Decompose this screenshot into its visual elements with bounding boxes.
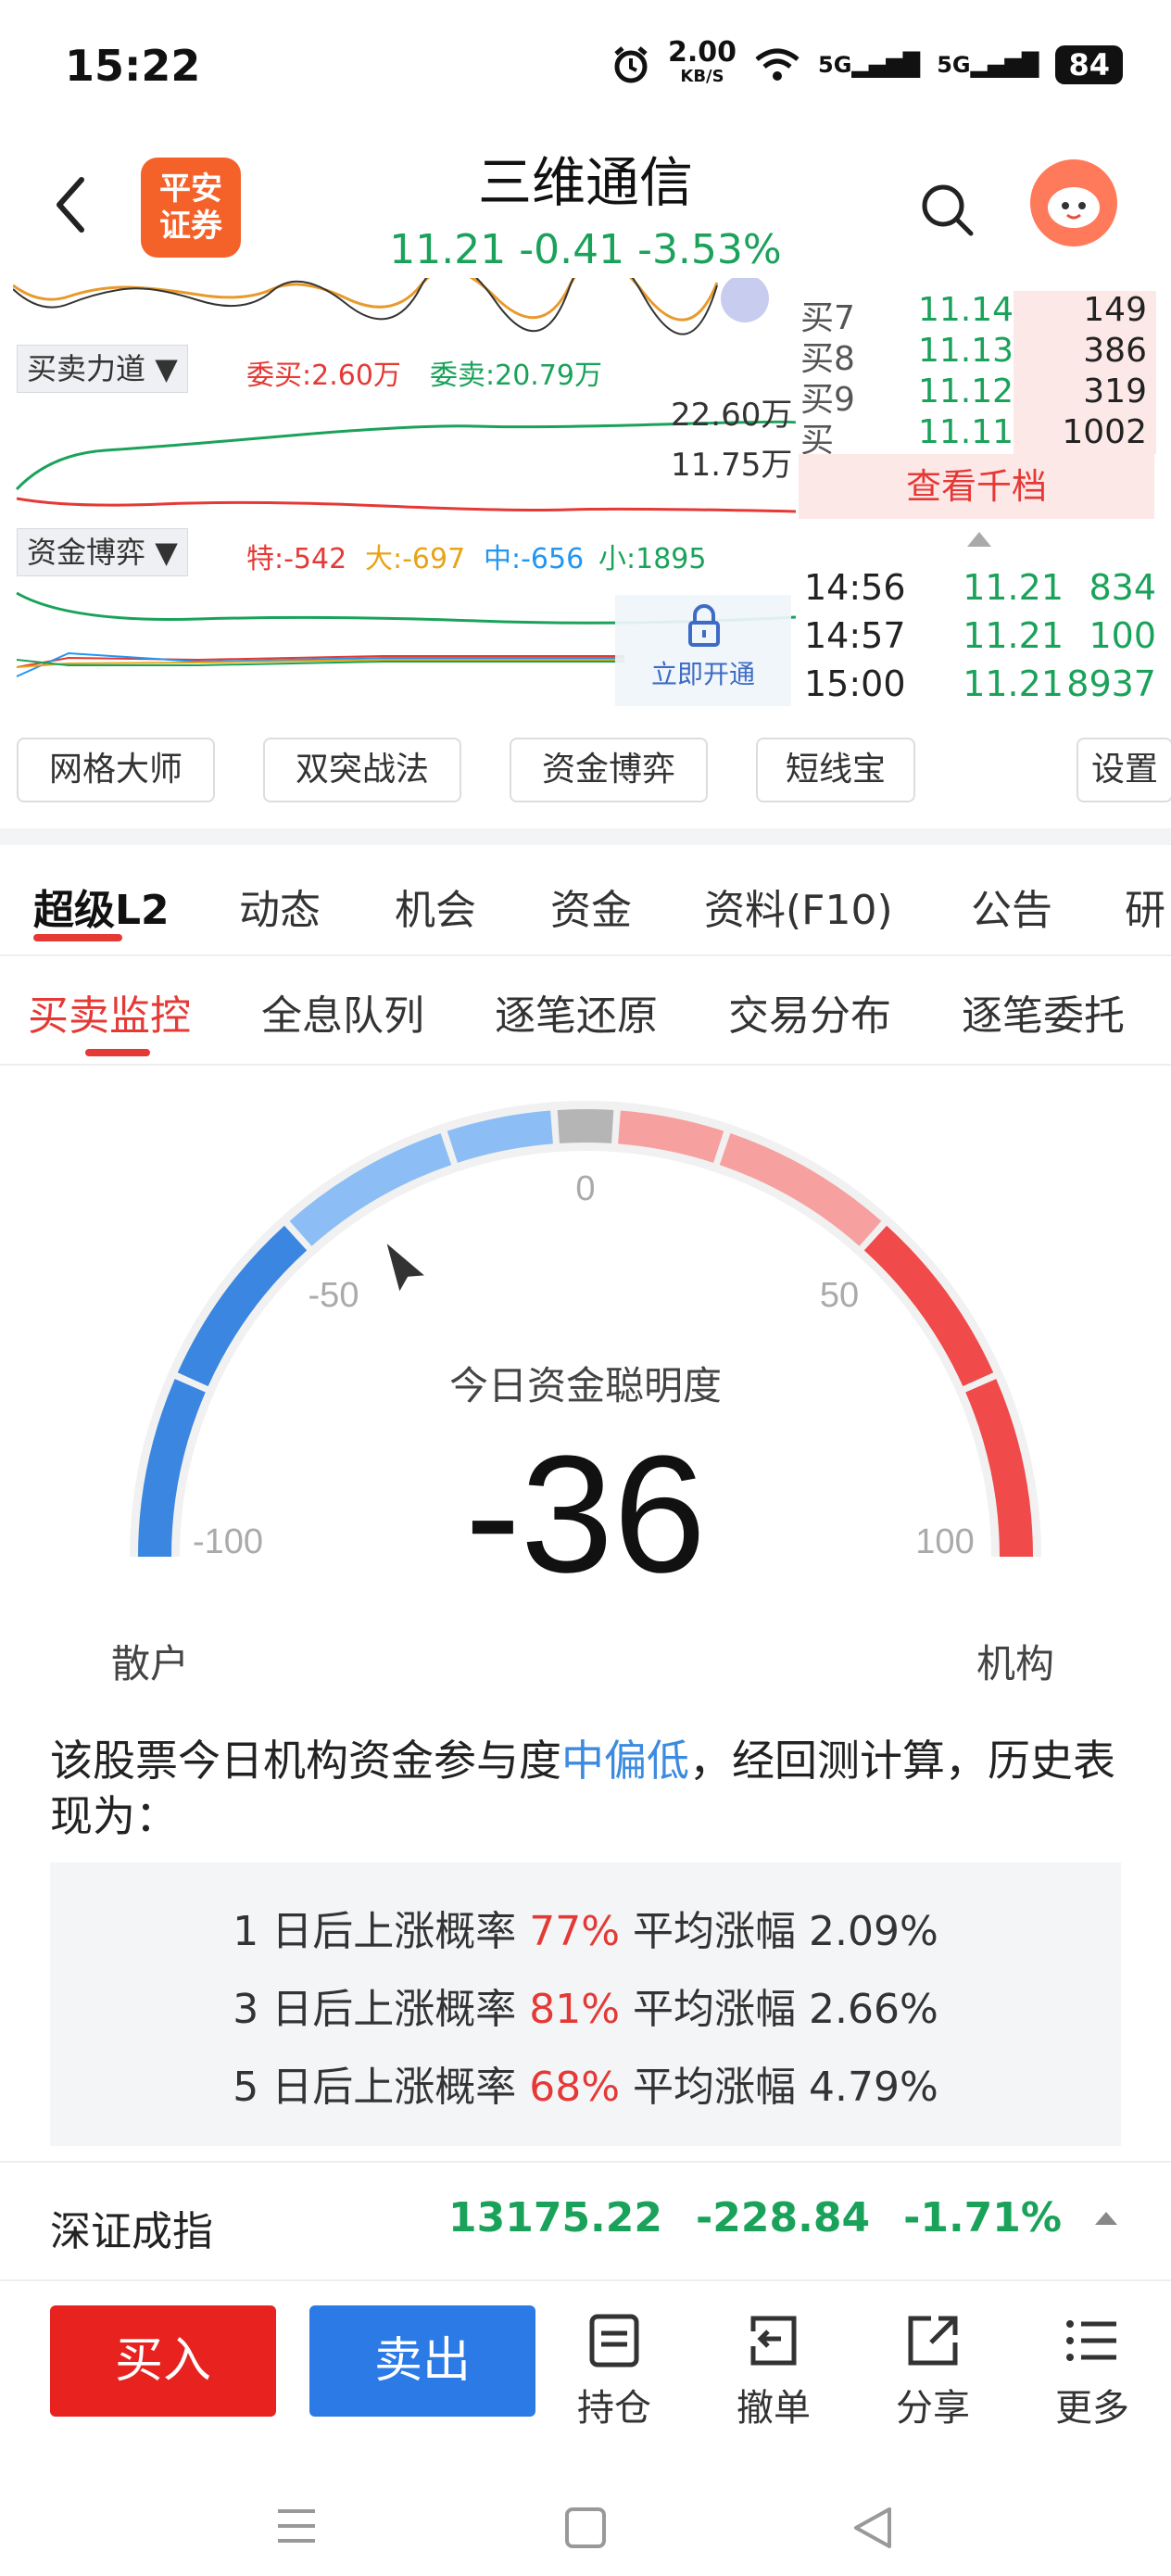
index-change: -228.84 <box>696 2194 871 2241</box>
stock-price-line: 11.21 -0.41 -3.53% <box>389 226 782 273</box>
status-time: 15:22 <box>65 41 201 91</box>
index-values[interactable]: 13175.22 -228.84 -1.71% <box>448 2194 1117 2241</box>
subtab-queue[interactable]: 全息队列 <box>261 982 424 1042</box>
signal-1-icon: 5G▂▄▆█ <box>818 52 921 78</box>
tool-short-line[interactable]: 短线宝 <box>756 738 915 802</box>
tab-super-l2[interactable]: 超级L2 <box>33 877 170 936</box>
gauge-tick-neg100: -100 <box>193 1522 263 1561</box>
status-icons: 2.00 KB/S 5G▂▄▆█ 5G▂▄▆█ 84 <box>611 36 1123 87</box>
unlock-button[interactable]: 立即开通 <box>615 595 791 706</box>
sell-button[interactable]: 卖出 <box>309 2305 535 2417</box>
indicator-power-label[interactable]: 买卖力道 ▼ <box>17 345 188 393</box>
tool-grid-master[interactable]: 网格大师 <box>17 738 215 802</box>
bid-row: 买8 11.13 386 <box>800 332 1156 378</box>
cancel-order-button[interactable]: 撤单 <box>713 2305 834 2435</box>
assistant-avatar[interactable] <box>1030 159 1117 246</box>
stat-row: 1 日后上涨概率 77% 平均涨幅 2.09% <box>233 1908 938 1955</box>
bid-row: 买7 11.14 149 <box>800 291 1156 337</box>
gauge-tick-50: 50 <box>820 1276 859 1315</box>
history-stats-box: 1 日后上涨概率 77% 平均涨幅 2.09% 3 日后上涨概率 81% 平均涨… <box>50 1863 1121 2146</box>
back-icon[interactable] <box>44 172 100 237</box>
gauge-tick-100: 100 <box>915 1522 974 1561</box>
subtab-tick-restore[interactable]: 逐笔还原 <box>495 982 658 1042</box>
tick-row: 14:56 11.21 834 <box>804 567 1156 608</box>
system-nav-bar <box>278 2507 891 2548</box>
gauge-segment <box>447 1110 554 1163</box>
gauge-tick-0: 0 <box>575 1169 595 1208</box>
gauge-segment <box>617 1110 724 1163</box>
index-name[interactable]: 深证成指 <box>50 2198 213 2257</box>
tab-opportunity[interactable]: 机会 <box>395 877 476 936</box>
tab-announcement[interactable]: 公告 <box>971 877 1052 936</box>
nav-back-icon[interactable] <box>854 2507 891 2548</box>
stat-row: 3 日后上涨概率 81% 平均涨幅 2.66% <box>233 1986 938 2033</box>
stock-name: 三维通信 <box>477 151 693 214</box>
capital-special: 特:-542 <box>246 543 347 575</box>
index-value: 13175.22 <box>447 2194 663 2241</box>
subtab-active-indicator <box>85 1049 150 1056</box>
cancel-order-icon <box>750 2316 797 2366</box>
gauge-segment <box>557 1109 614 1143</box>
holdings-button[interactable]: 持仓 <box>554 2305 674 2435</box>
subtab-order-by-order[interactable]: 逐笔委托 <box>962 982 1125 1042</box>
gauge-title: 今日资金聪明度 <box>448 1363 722 1408</box>
more-button[interactable]: 更多 <box>1032 2305 1152 2435</box>
battery-icon: 84 <box>1055 45 1123 84</box>
indicator-capital-label[interactable]: 资金博弈 ▼ <box>17 528 188 576</box>
menu-icon <box>1066 2320 1116 2361</box>
gauge-label-institution: 机构 <box>976 1641 1055 1686</box>
capital-medium: 中:-656 <box>484 543 585 575</box>
bid-row: 买9 11.12 319 <box>800 373 1156 419</box>
tool-capital-game[interactable]: 资金博弈 <box>510 738 708 802</box>
tick-row: 14:57 11.21 100 <box>804 615 1156 656</box>
stat-row: 5 日后上涨概率 68% 平均涨幅 4.79% <box>233 2064 938 2111</box>
subtab-divider <box>0 1064 1171 1066</box>
indicator-sell-value: 委卖:20.79万 <box>430 360 602 392</box>
subtab-trade-monitor[interactable]: 买卖监控 <box>28 982 191 1042</box>
alarm-icon <box>614 46 648 83</box>
axis-value-bottom: 11.75万 <box>671 447 793 484</box>
indicator-buy-value: 委买:2.60万 <box>246 360 401 392</box>
nav-home-icon[interactable] <box>565 2507 606 2548</box>
tool-double-breakout[interactable]: 双突战法 <box>263 738 461 802</box>
index-pct: -1.71% <box>903 2194 1062 2241</box>
tick-row: 15:00 11.21 8937 <box>804 663 1156 704</box>
gauge-label-retail: 散户 <box>111 1641 190 1686</box>
settings-button[interactable]: 设置 <box>1077 738 1171 802</box>
gauge-value: -36 <box>464 1421 707 1608</box>
subtab-trade-distribution[interactable]: 交易分布 <box>728 982 891 1042</box>
tab-f10[interactable]: 资料(F10) <box>704 877 893 936</box>
share-button[interactable]: 分享 <box>873 2305 993 2435</box>
lock-icon <box>688 604 720 647</box>
index-divider <box>0 2161 1171 2163</box>
tab-capital[interactable]: 资金 <box>550 877 632 936</box>
search-icon[interactable] <box>917 180 976 239</box>
tab-research[interactable]: 研 <box>1125 877 1165 936</box>
gauge-tick-neg50: -50 <box>308 1276 359 1315</box>
institution-participation-text: 该股票今日机构资金参与度中偏低，经回测计算，历史表现为： <box>50 1736 1115 1841</box>
view-thousand-levels-button[interactable]: 查看千档 <box>799 454 1154 519</box>
nav-menu-icon[interactable] <box>278 2509 315 2543</box>
expand-up-icon[interactable] <box>967 532 991 547</box>
gauge-pointer <box>386 1244 424 1292</box>
tab-divider <box>0 954 1171 956</box>
axis-value-top: 22.60万 <box>671 397 793 434</box>
net-speed: 2.00 KB/S <box>667 36 737 87</box>
tab-active-indicator <box>33 934 122 941</box>
broker-logo: 平安 证券 <box>141 158 241 258</box>
bottom-divider <box>0 2279 1171 2281</box>
buy-button[interactable]: 买入 <box>50 2305 276 2417</box>
participation-level: 中偏低 <box>561 1736 689 1786</box>
holdings-icon <box>589 2314 639 2368</box>
section-divider <box>0 828 1171 845</box>
tab-news[interactable]: 动态 <box>239 877 321 936</box>
expand-up-icon[interactable] <box>1095 2211 1117 2225</box>
share-icon <box>908 2316 958 2366</box>
capital-small: 小:1895 <box>598 543 707 575</box>
wifi-icon <box>755 48 800 81</box>
signal-2-icon: 5G▂▄▆█ <box>937 52 1039 78</box>
capital-large: 大:-697 <box>365 543 466 575</box>
bid-row: 买1011.111002 <box>800 413 1156 499</box>
